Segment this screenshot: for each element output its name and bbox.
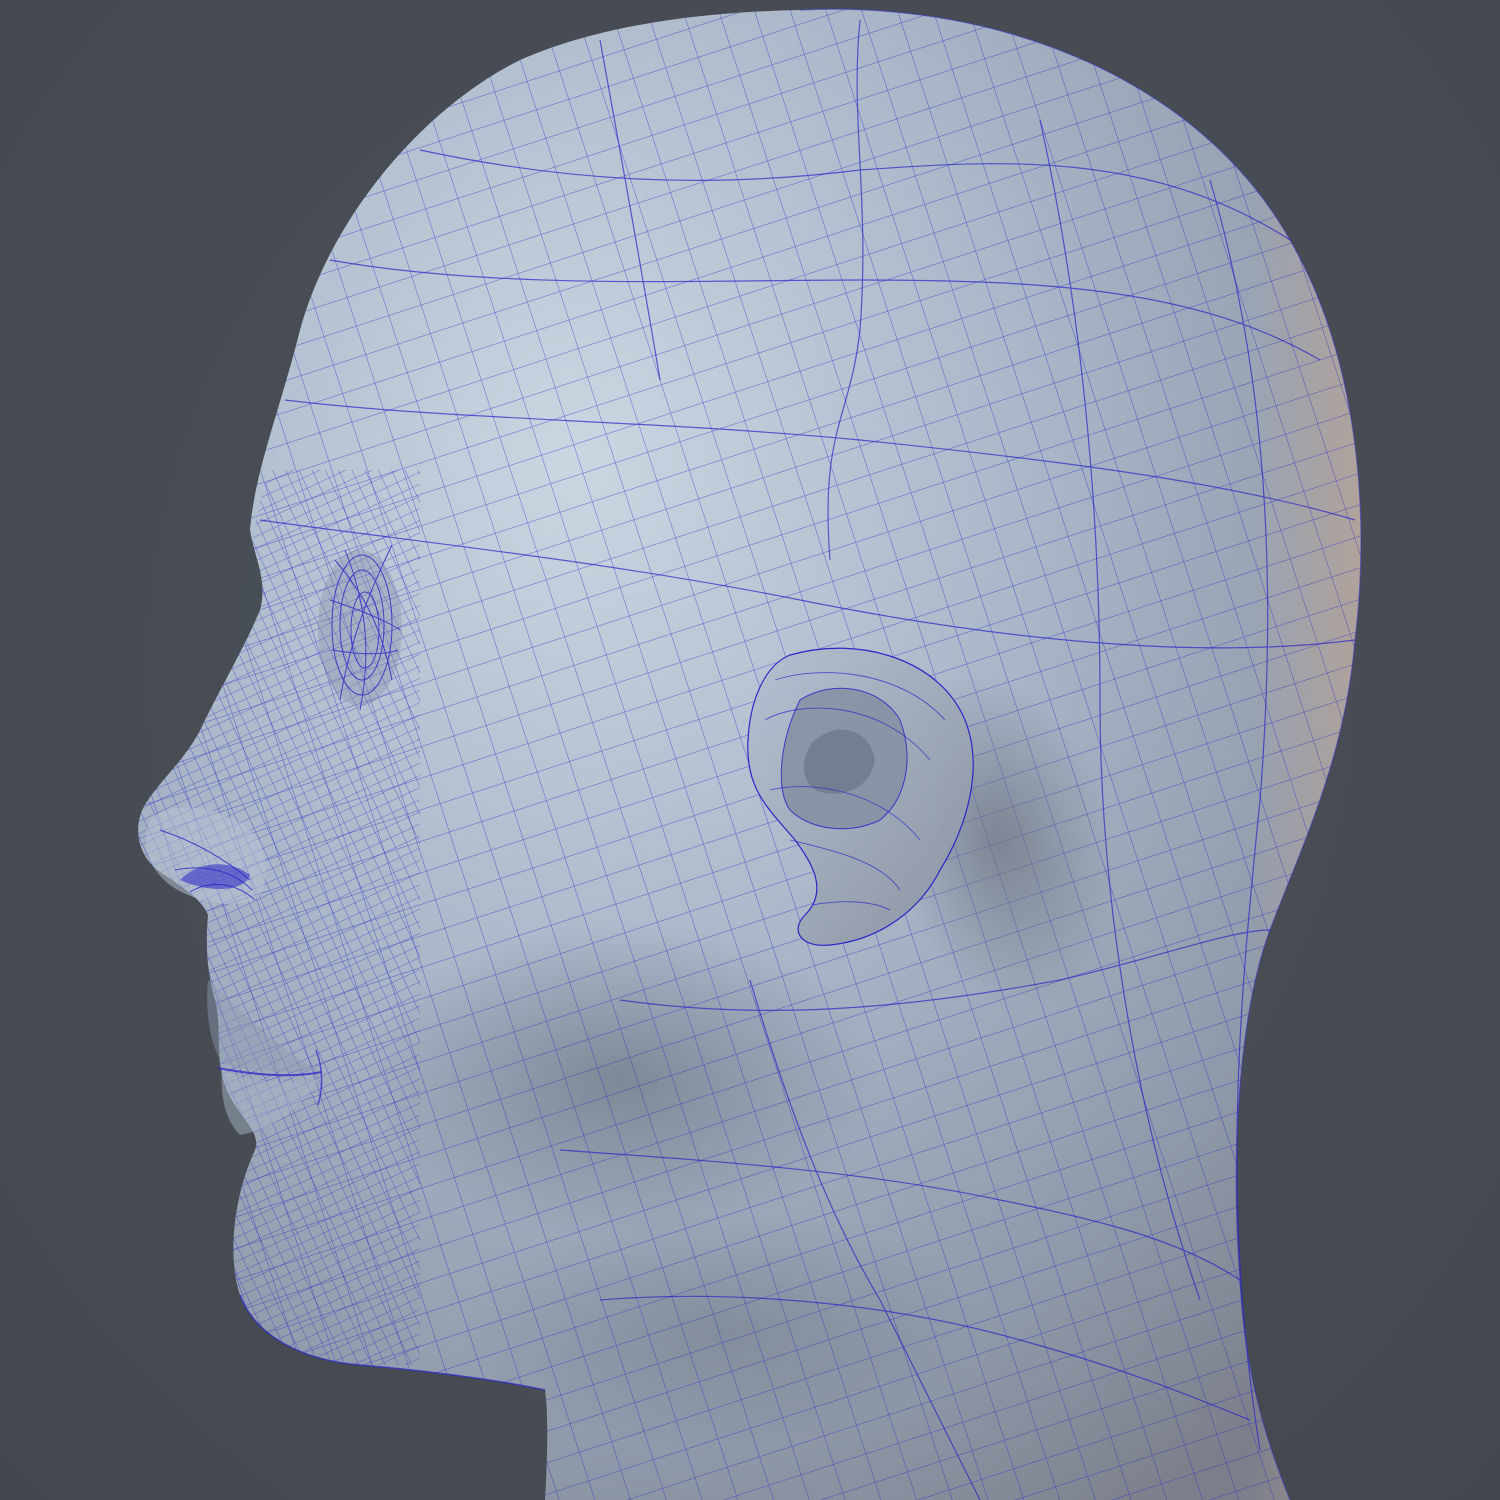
- 3d-viewport[interactable]: [0, 0, 1500, 1500]
- head-model-render: [138, 8, 1362, 1500]
